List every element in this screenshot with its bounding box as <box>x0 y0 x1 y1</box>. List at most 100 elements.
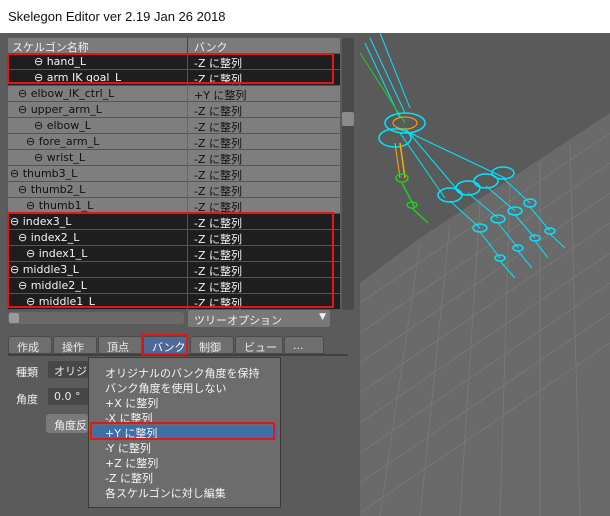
row-divider <box>187 166 188 182</box>
column-header-name[interactable]: スケルゴン名称 <box>12 39 89 55</box>
menu-item-edit-each[interactable]: 各スケルゴンに対し編集 <box>105 485 226 500</box>
row-name: ⊖ wrist_L <box>34 151 85 164</box>
vertical-scroll-thumb[interactable] <box>342 112 354 126</box>
type-select[interactable]: オリジ <box>48 361 88 378</box>
list-vertical-scrollbar[interactable] <box>342 38 354 310</box>
list-row[interactable]: ⊖ index1_L -Z に整列 <box>8 246 340 262</box>
row-name: ⊖ upper_arm_L <box>18 103 102 116</box>
row-bank[interactable]: -Z に整列 <box>194 279 242 295</box>
row-divider <box>187 70 188 86</box>
list-row[interactable]: ⊖ wrist_L -Z に整列 <box>8 150 340 166</box>
row-name: ⊖ elbow_L <box>34 119 91 132</box>
tab-bank[interactable]: バンク <box>143 336 188 354</box>
horizontal-scroll-thumb[interactable] <box>9 313 19 323</box>
list-row[interactable]: ⊖ hand_L -Z に整列 <box>8 54 340 70</box>
tab-operate[interactable]: 操作 <box>53 336 97 354</box>
tree-option-dropdown[interactable]: ツリーオプション ▼ <box>188 310 330 327</box>
list-row[interactable]: ⊖ elbow_L -Z に整列 <box>8 118 340 134</box>
list-row[interactable]: ⊖ elbow_IK_ctrl_L +Y に整列 <box>8 86 340 102</box>
row-bank[interactable]: -Z に整列 <box>194 247 242 263</box>
tab-view[interactable]: ビュー <box>235 336 283 354</box>
row-divider <box>187 182 188 198</box>
menu-item-plus-z[interactable]: +Z に整列 <box>105 455 158 470</box>
menu-item-minus-z[interactable]: -Z に整列 <box>105 470 153 485</box>
angle-label: 角度 <box>16 393 38 406</box>
list-row[interactable]: ⊖ index3_L -Z に整列 <box>8 214 340 230</box>
chevron-down-icon: ▼ <box>319 312 326 322</box>
menu-item-plus-y[interactable]: +Y に整列 <box>105 425 157 440</box>
skelegon-list: ⊖ hand_L -Z に整列 ⊖ arm IK goal_L -Z に整列 ⊖ elb… <box>8 54 340 310</box>
list-row[interactable]: ⊖ index2_L -Z に整列 <box>8 230 340 246</box>
row-name: ⊖ middle2_L <box>18 279 87 292</box>
list-row[interactable]: ⊖ middle3_L -Z に整列 <box>8 262 340 278</box>
row-bank[interactable]: +Y に整列 <box>194 87 246 103</box>
list-horizontal-scrollbar[interactable] <box>8 312 184 324</box>
list-row[interactable]: ⊖ arm IK goal_L -Z に整列 <box>8 70 340 86</box>
row-divider <box>187 86 188 102</box>
row-name: ⊖ arm IK goal_L <box>34 71 122 84</box>
angle-input[interactable]: 0.0 ° <box>48 388 88 405</box>
row-divider <box>187 230 188 246</box>
tab-more[interactable]: ... <box>284 336 324 354</box>
row-bank[interactable]: -Z に整列 <box>194 103 242 119</box>
row-bank[interactable]: -Z に整列 <box>194 55 242 71</box>
tab-create[interactable]: 作成 <box>8 336 52 354</box>
type-label: 種類 <box>16 366 38 379</box>
row-name: ⊖ fore_arm_L <box>26 135 100 148</box>
list-row[interactable]: ⊖ upper_arm_L -Z に整列 <box>8 102 340 118</box>
row-bank[interactable]: -Z に整列 <box>194 135 242 151</box>
menu-item-minus-x[interactable]: -X に整列 <box>105 410 152 425</box>
row-divider <box>187 102 188 118</box>
angle-reverse-button[interactable]: 角度反 <box>46 414 88 433</box>
row-name: ⊖ hand_L <box>34 55 87 68</box>
column-divider[interactable] <box>187 38 188 53</box>
tab-underline <box>8 354 348 356</box>
row-name: ⊖ thumb1_L <box>26 199 94 212</box>
row-name: ⊖ index3_L <box>10 215 72 228</box>
row-divider <box>187 278 188 294</box>
tab-bar: 作成 操作 頂点 バンク 制御 ビュー ... <box>8 336 348 354</box>
row-divider <box>187 294 188 310</box>
menu-item-plus-x[interactable]: +X に整列 <box>105 395 158 410</box>
list-row[interactable]: ⊖ thumb1_L -Z に整列 <box>8 198 340 214</box>
row-name: ⊖ index2_L <box>18 231 80 244</box>
row-divider <box>187 118 188 134</box>
row-bank[interactable]: -Z に整列 <box>194 71 242 87</box>
list-row[interactable]: ⊖ middle1_L -Z に整列 <box>8 294 340 310</box>
tree-option-label: ツリーオプション <box>194 314 282 327</box>
column-header-bank[interactable]: バンク <box>194 39 228 55</box>
list-row[interactable]: ⊖ fore_arm_L -Z に整列 <box>8 134 340 150</box>
bank-mode-menu: オリジナルのバンク角度を保持 バンク角度を使用しない +X に整列 -X に整列… <box>88 357 281 508</box>
list-row[interactable]: ⊖ thumb2_L -Z に整列 <box>8 182 340 198</box>
row-divider <box>187 150 188 166</box>
row-bank[interactable]: -Z に整列 <box>194 183 242 199</box>
list-row[interactable]: ⊖ thumb3_L -Z に整列 <box>8 166 340 182</box>
row-divider <box>187 134 188 150</box>
list-row[interactable]: ⊖ middle2_L -Z に整列 <box>8 278 340 294</box>
row-divider <box>187 214 188 230</box>
row-bank[interactable]: -Z に整列 <box>194 151 242 167</box>
row-name: ⊖ middle3_L <box>10 263 79 276</box>
menu-item-no-bank[interactable]: バンク角度を使用しない <box>105 380 227 395</box>
row-name: ⊖ index1_L <box>26 247 88 260</box>
row-name: ⊖ middle1_L <box>26 295 95 308</box>
row-bank[interactable]: -Z に整列 <box>194 263 242 279</box>
row-divider <box>187 198 188 214</box>
row-bank[interactable]: -Z に整列 <box>194 199 242 215</box>
tab-control[interactable]: 制御 <box>190 336 234 354</box>
row-bank[interactable]: -Z に整列 <box>194 119 242 135</box>
tab-vertex[interactable]: 頂点 <box>98 336 142 354</box>
row-bank[interactable]: -Z に整列 <box>194 295 242 311</box>
row-name: ⊖ thumb2_L <box>18 183 86 196</box>
row-bank[interactable]: -Z に整列 <box>194 167 242 183</box>
row-divider <box>187 246 188 262</box>
row-bank[interactable]: -Z に整列 <box>194 215 242 231</box>
row-name: ⊖ elbow_IK_ctrl_L <box>18 87 115 100</box>
row-name: ⊖ thumb3_L <box>10 167 78 180</box>
menu-item-keep-original[interactable]: オリジナルのバンク角度を保持 <box>105 365 260 380</box>
window-title: Skelegon Editor ver 2.19 Jan 26 2018 <box>0 0 610 33</box>
menu-item-minus-y[interactable]: -Y に整列 <box>105 440 151 455</box>
row-divider <box>187 54 188 70</box>
row-bank[interactable]: -Z に整列 <box>194 231 242 247</box>
3d-viewport[interactable] <box>360 33 610 516</box>
